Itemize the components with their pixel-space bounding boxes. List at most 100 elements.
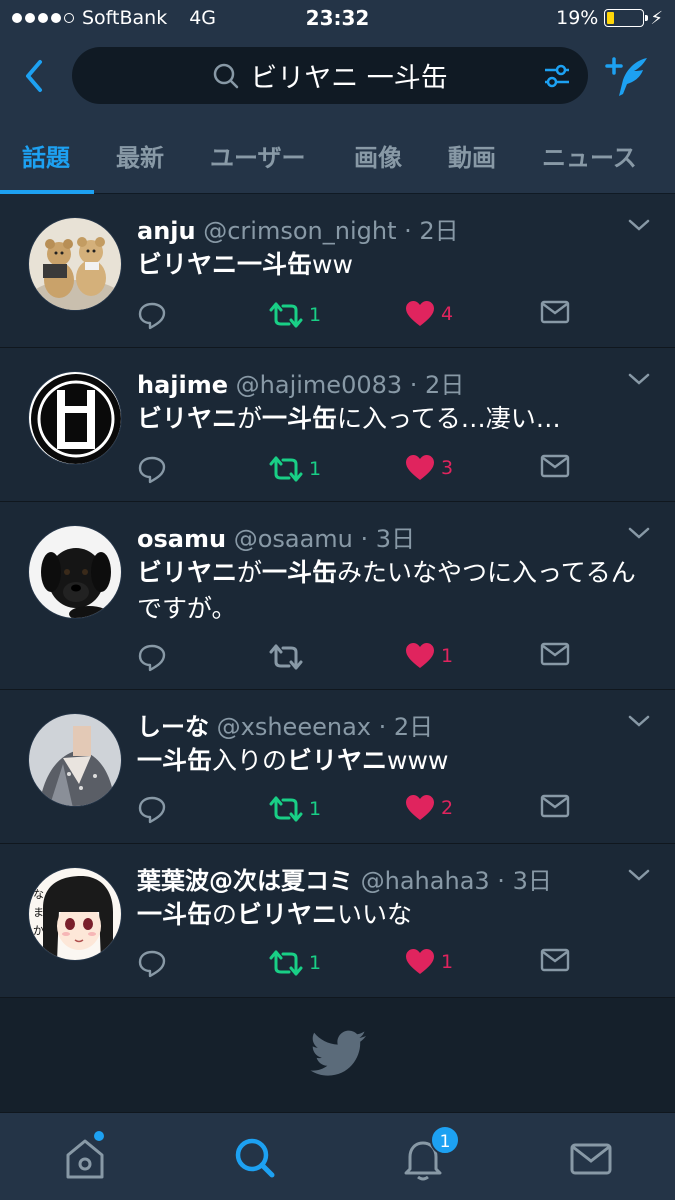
reply-icon: [138, 302, 166, 330]
avatar[interactable]: [28, 713, 122, 807]
tweet-text-segment: が: [237, 558, 263, 587]
search-input[interactable]: ビリヤニ 一斗缶: [72, 47, 588, 104]
chevron-down-icon[interactable]: [627, 713, 651, 729]
tab-videos[interactable]: 動画: [448, 138, 496, 173]
chevron-left-icon: [26, 60, 42, 92]
tweet-header: osamu @osaamu · 3日: [137, 519, 415, 554]
tweet[interactable]: osamu @osaamu · 3日 ビリヤニが一斗缶みたいなやつに入ってるんで…: [0, 503, 675, 690]
search-header: ビリヤニ 一斗缶: [0, 38, 675, 118]
tab-news[interactable]: ニュース: [542, 138, 637, 173]
envelope-icon: [540, 794, 570, 818]
search-icon: [213, 63, 239, 88]
like-button[interactable]: 1: [405, 948, 453, 976]
like-button[interactable]: 2: [405, 794, 453, 822]
like-count: 4: [441, 303, 454, 325]
tweet[interactable]: な ま か 葉葉波@次は夏コミ @hahaha3 · 3日 一斗缶のビリヤニいい…: [0, 845, 675, 998]
avatar[interactable]: な ま か: [28, 867, 122, 961]
user-handle[interactable]: @hajime0083: [236, 371, 402, 399]
tweet-time: 3日: [375, 525, 416, 553]
reply-button[interactable]: [137, 948, 167, 978]
tweet-text-segment: 入りの: [212, 746, 288, 775]
separator-dot: ·: [402, 371, 426, 399]
retweet-count: 1: [309, 304, 322, 326]
heart-icon: [406, 795, 434, 820]
display-name[interactable]: しーな: [137, 713, 209, 741]
reply-button[interactable]: [137, 454, 167, 484]
tabbar-home[interactable]: [60, 1133, 110, 1183]
search-tabs: 話題 最新 ユーザー 画像 動画 ニュース: [0, 118, 675, 194]
like-button[interactable]: 1: [405, 642, 453, 670]
retweet-button[interactable]: 1: [269, 454, 321, 484]
back-button[interactable]: [18, 56, 54, 96]
tweet[interactable]: anju @crimson_night · 2日 ビリヤニ一斗缶ww 1 4: [0, 195, 675, 348]
tweet-actions: 1: [137, 642, 637, 674]
heart-icon: [406, 949, 434, 974]
retweet-button[interactable]: 1: [269, 794, 321, 824]
envelope-icon: [540, 454, 570, 478]
avatar[interactable]: [28, 217, 122, 311]
like-button[interactable]: 3: [405, 454, 453, 482]
retweet-icon: [269, 950, 303, 976]
reply-button[interactable]: [137, 642, 167, 672]
direct-message-button[interactable]: [540, 300, 570, 324]
compose-tweet-button[interactable]: [603, 54, 651, 100]
tweet-text-segment: www: [387, 746, 449, 775]
tab-latest[interactable]: 最新: [116, 138, 164, 173]
chevron-down-icon[interactable]: [627, 525, 651, 541]
user-handle[interactable]: @crimson_night: [203, 217, 396, 245]
highlighted-term: ビリヤニ: [137, 404, 238, 433]
reply-icon: [138, 456, 166, 484]
user-handle[interactable]: @xsheeenax: [217, 713, 371, 741]
tweet-actions: 1 4: [137, 300, 637, 332]
search-filter-button[interactable]: [542, 61, 572, 91]
display-name[interactable]: 葉葉波@次は夏コミ: [137, 867, 353, 895]
tab-images[interactable]: 画像: [354, 138, 402, 173]
user-handle[interactable]: @osaamu: [234, 525, 353, 553]
retweet-button[interactable]: [269, 642, 309, 672]
tab-users[interactable]: ユーザー: [210, 138, 306, 173]
highlighted-term: ビリヤニ: [287, 746, 388, 775]
svg-text:か: か: [33, 924, 44, 937]
envelope-icon: [540, 300, 570, 324]
retweet-button[interactable]: 1: [269, 300, 321, 330]
tweet[interactable]: hajime @hajime0083 · 2日 ビリヤニが一斗缶に入ってる…凄い…: [0, 349, 675, 502]
display-name[interactable]: hajime: [137, 371, 228, 399]
display-name[interactable]: osamu: [137, 525, 226, 553]
reply-button[interactable]: [137, 300, 167, 330]
chevron-down-icon[interactable]: [627, 217, 651, 233]
reply-icon: [138, 644, 166, 672]
highlighted-term: 一斗缶: [137, 900, 213, 929]
tweet-time: 2日: [393, 713, 434, 741]
search-query-text: ビリヤニ 一斗缶: [250, 63, 448, 94]
user-handle[interactable]: @hahaha3: [361, 867, 490, 895]
like-count: 2: [441, 797, 454, 819]
heart-icon: [406, 301, 434, 326]
tabbar-search[interactable]: [230, 1133, 280, 1183]
direct-message-button[interactable]: [540, 454, 570, 478]
tabbar-messages[interactable]: [566, 1133, 616, 1183]
highlighted-term: 一斗缶: [262, 558, 338, 587]
direct-message-button[interactable]: [540, 794, 570, 818]
retweet-button[interactable]: 1: [269, 948, 321, 978]
retweet-count: 1: [309, 458, 322, 480]
avatar[interactable]: [28, 371, 122, 465]
tweet-header: 葉葉波@次は夏コミ @hahaha3 · 3日: [137, 861, 552, 896]
direct-message-button[interactable]: [540, 948, 570, 972]
battery-icon: [604, 9, 649, 27]
avatar[interactable]: [28, 525, 122, 619]
display-name[interactable]: anju: [137, 217, 196, 245]
chevron-down-icon[interactable]: [627, 867, 651, 883]
envelope-icon: [540, 642, 570, 666]
tweet-time: 2日: [425, 371, 465, 399]
reply-button[interactable]: [137, 794, 167, 824]
tweet-actions: 1 2: [137, 794, 637, 826]
chevron-down-icon[interactable]: [627, 371, 651, 387]
tweet-text-segment: の: [212, 900, 238, 929]
tab-top[interactable]: 話題: [22, 138, 70, 173]
like-button[interactable]: 4: [405, 300, 453, 328]
reply-icon: [138, 796, 166, 824]
direct-message-button[interactable]: [540, 642, 570, 666]
retweet-icon: [269, 302, 303, 328]
tweet[interactable]: しーな @xsheeenax · 2日 一斗缶入りのビリヤニwww 1 2: [0, 691, 675, 844]
heart-icon: [406, 643, 434, 668]
